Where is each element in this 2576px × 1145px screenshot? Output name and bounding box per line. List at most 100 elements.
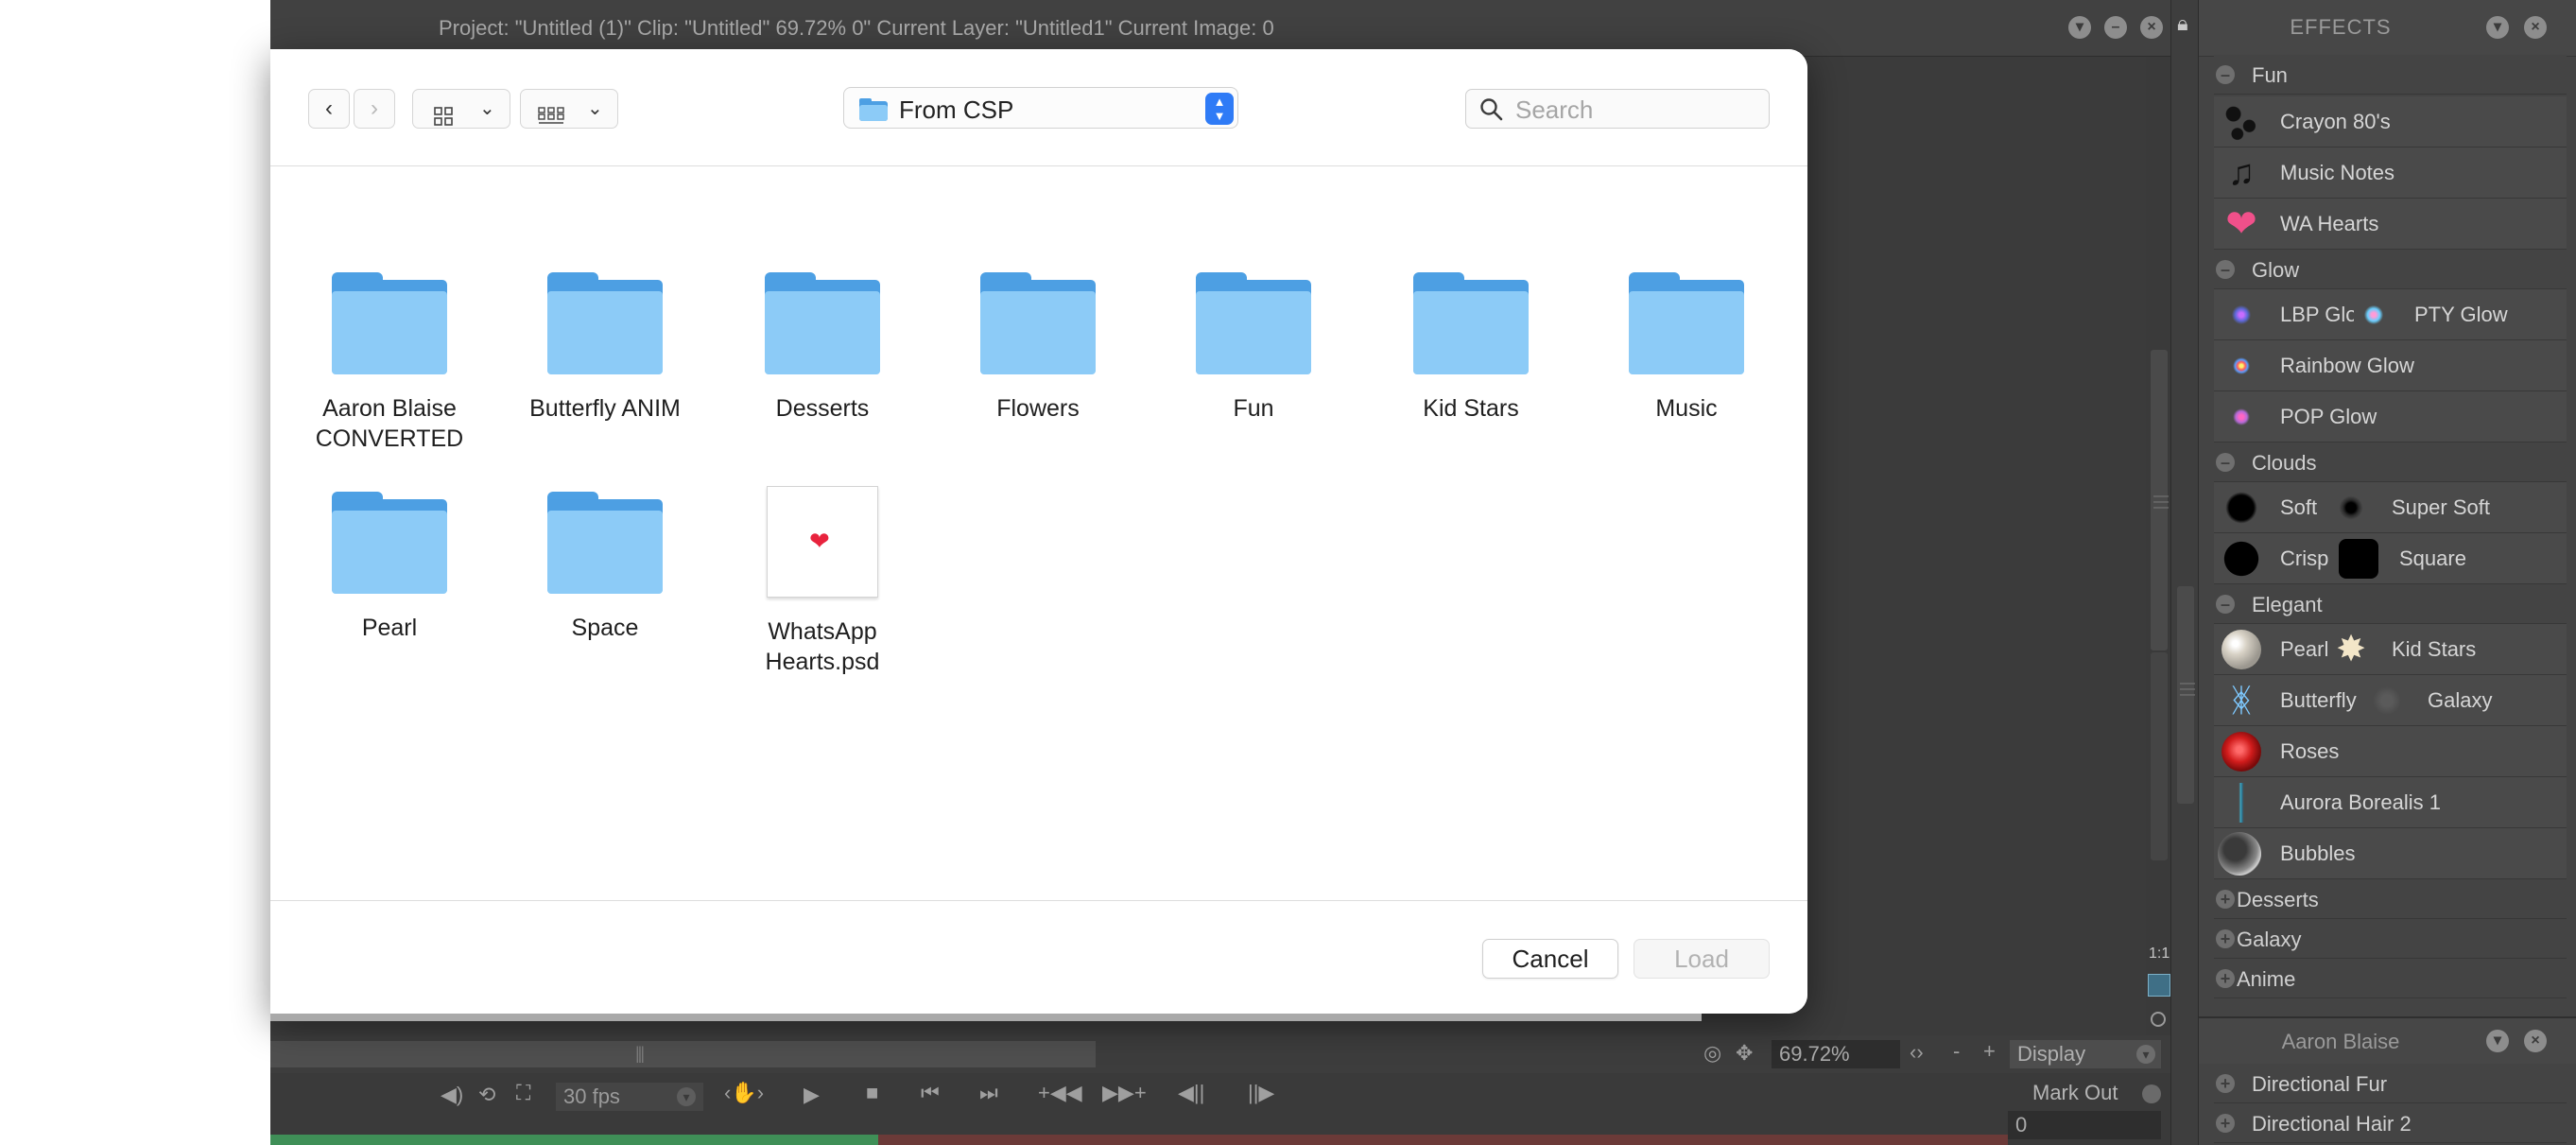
brush-directional-fur[interactable]: + Directional Fur [2214,1064,2567,1103]
expand-icon[interactable]: + [2216,929,2235,948]
group-by-button[interactable]: ⌄ [520,89,618,129]
effect-crayon-80s[interactable]: Crayon 80's [2214,96,2567,147]
effect-butterfly[interactable]: ᛤ Butterfly Galaxy [2214,675,2567,726]
fps-select[interactable]: 30 fps ▾ [556,1083,703,1111]
file-item-desserts[interactable]: Desserts [728,272,917,424]
view-mode-button[interactable]: ⌄ [412,89,510,129]
panel-splitter[interactable]: 🔒︎ — — — [2170,0,2199,1145]
category-glow[interactable]: – Glow [2214,250,2567,289]
file-item-pearl[interactable]: Pearl [295,492,484,643]
canvas-horizontal-scrollbar[interactable]: ||| [270,1041,1096,1067]
category-elegant[interactable]: – Elegant [2214,584,2567,624]
back-button[interactable]: ‹ [308,89,350,129]
location-select[interactable]: From CSP ▲ ▼ [843,87,1238,129]
effect-roses[interactable]: Roses [2214,726,2567,777]
brush-label: Directional Hair 2 [2252,1112,2412,1136]
category-label: Desserts [2237,888,2319,911]
close-icon[interactable]: × [2524,16,2547,39]
category-fun[interactable]: – Fun [2214,55,2567,95]
expand-icon[interactable]: + [2216,969,2235,988]
globe-icon[interactable]: ◎ [1703,1041,1721,1066]
load-button[interactable]: Load [1634,939,1770,979]
zoom-field[interactable]: 69.72% [1772,1040,1900,1068]
flip-icon[interactable]: ‹› [1910,1040,1924,1065]
timeline[interactable] [270,1135,2008,1145]
file-item-music[interactable]: Music [1592,272,1781,424]
expand-icon[interactable]: + [2216,890,2235,909]
volume-icon[interactable]: ◀︎) [441,1083,463,1107]
expand-icon[interactable]: + [2216,1114,2235,1133]
close-icon[interactable]: × [2524,1030,2547,1052]
glow-brush-icon [2354,295,2394,335]
file-item-space[interactable]: Space [510,492,700,643]
effect-pop-glow[interactable]: POP Glow [2214,391,2567,442]
effect-lbp-glow[interactable]: LBP Glow PTY Glow [2214,289,2567,340]
collapse-icon[interactable]: – [2216,65,2235,84]
rewind-icon[interactable]: +◀◀ [1038,1081,1082,1105]
effect-crisp[interactable]: Crisp Square [2214,533,2567,584]
rotate-icon[interactable] [2151,1012,2166,1027]
effect-wa-hearts[interactable]: ❤ WA Hearts [2214,199,2567,250]
file-item-flowers[interactable]: Flowers [943,272,1132,424]
display-select[interactable]: Display ▾ [2010,1040,2161,1068]
collapse-icon[interactable]: – [2216,595,2235,614]
effect-rainbow-glow[interactable]: Rainbow Glow [2214,340,2567,391]
minimize-icon[interactable]: – [2104,16,2127,39]
last-frame-icon[interactable]: ⏭ [979,1081,998,1105]
hand-scrub-icon[interactable]: ‹✋› [724,1081,764,1105]
folder-icon [859,98,888,126]
effects-panel: EFFECTS ▾ × – Fun Crayon 80's ♫ Music No… [2199,0,2576,1016]
category-desserts[interactable]: + Desserts [2214,879,2567,919]
mark-out-button[interactable] [2142,1084,2161,1103]
collapse-icon[interactable]: ▾ [2486,1030,2509,1052]
effect-soft[interactable]: Soft Super Soft [2214,482,2567,533]
next-frame-icon[interactable]: ||▶ [1248,1081,1274,1105]
category-label: Glow [2252,258,2300,282]
brush-directional-hair-2[interactable]: + Directional Hair 2 [2214,1103,2567,1143]
category-galaxy[interactable]: + Galaxy [2214,919,2567,959]
lock-icon[interactable]: 🔒︎ [2177,11,2188,36]
scrollbar-track[interactable] [2151,652,2168,860]
canvas-vertical-scrollbar[interactable]: — — — 1:1 [2146,57,2170,1035]
app-title-bar: Project: "Untitled (1)" Clip: "Untitled"… [270,0,2170,57]
category-anime[interactable]: + Anime [2214,959,2567,998]
search-input[interactable] [1515,95,1761,124]
actual-size-icon[interactable]: 1:1 [2149,945,2170,963]
category-clouds[interactable]: – Clouds [2214,442,2567,482]
frame-field[interactable]: 0 [2008,1111,2161,1139]
collapse-icon[interactable]: – [2216,260,2235,279]
canvas-status-bar: ||| ◎ ✥ 69.72% ‹› - + Display ▾ [270,1035,2170,1073]
move-icon[interactable]: ✥ [1736,1041,1753,1066]
stop-icon[interactable]: ■ [866,1081,878,1105]
file-grid: Aaron Blaise CONVERTED Butterfly ANIM De… [270,166,1807,900]
previous-frame-icon[interactable]: ◀|| [1178,1081,1204,1105]
play-icon[interactable]: ▶ [804,1083,820,1107]
collapse-icon[interactable]: ▾ [2486,16,2509,39]
effect-label: Aurora Borealis 1 [2280,790,2441,814]
zoom-in-icon[interactable]: + [1983,1039,1996,1064]
first-frame-icon[interactable]: ⏮ [921,1081,940,1105]
effect-aurora-borealis[interactable]: Aurora Borealis 1 [2214,777,2567,828]
effect-bubbles[interactable]: Bubbles [2214,828,2567,879]
effect-music-notes[interactable]: ♫ Music Notes [2214,147,2567,199]
file-item-butterfly-anim[interactable]: Butterfly ANIM [510,272,700,424]
expand-icon[interactable]: + [2216,1074,2235,1093]
file-item-kid-stars[interactable]: Kid Stars [1376,272,1565,424]
zoom-out-icon[interactable]: - [1953,1039,1960,1064]
search-box[interactable] [1465,89,1770,129]
collapse-icon[interactable]: ▾ [2068,16,2091,39]
forward-button[interactable]: › [354,89,395,129]
file-item-fun[interactable]: Fun [1159,272,1348,424]
file-item-whatsapp-hearts-psd[interactable]: ❤ WhatsApp Hearts.psd [728,486,917,677]
fit-to-window-icon[interactable] [2148,974,2170,997]
fullscreen-icon[interactable]: ⛶ [516,1081,530,1105]
fast-forward-icon[interactable]: ▶▶+ [1102,1081,1147,1105]
collapse-icon[interactable]: – [2216,453,2235,472]
effect-pearl[interactable]: Pearl ✸ Kid Stars [2214,624,2567,675]
effect-label: Butterfly [2280,688,2357,712]
file-item-aaron-blaise-converted[interactable]: Aaron Blaise CONVERTED [295,272,484,454]
close-icon[interactable]: × [2140,16,2163,39]
loop-icon[interactable]: ⟲ [478,1083,495,1107]
effects-panel-title: EFFECTS [2290,15,2392,39]
cancel-button[interactable]: Cancel [1482,939,1618,979]
